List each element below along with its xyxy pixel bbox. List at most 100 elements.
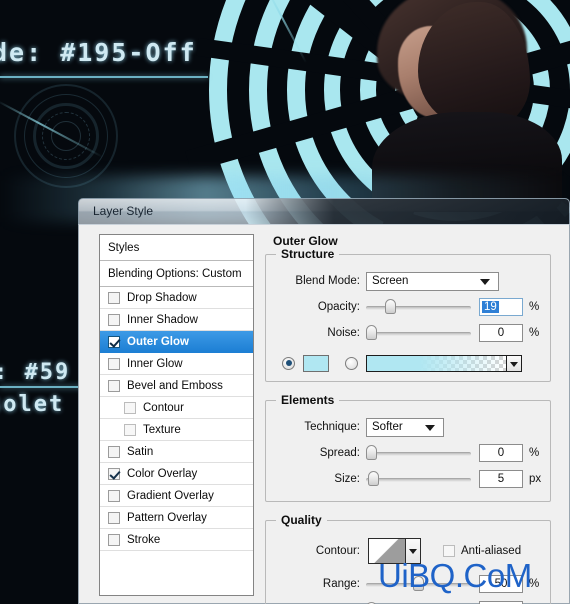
technique-select[interactable]: Softer <box>366 417 444 437</box>
style-list-item[interactable]: Satin <box>100 441 253 463</box>
style-enable-checkbox[interactable] <box>108 445 120 458</box>
style-list-item[interactable]: Stroke <box>100 529 253 551</box>
anti-aliased-label: Anti-aliased <box>461 545 522 557</box>
site-watermark: UiBQ.CoM <box>378 557 532 594</box>
style-list-item[interactable]: Contour <box>100 397 253 419</box>
structure-group: Structure Blend Mode: Screen Opacity: 19… <box>265 247 551 382</box>
size-unit: px <box>529 473 542 485</box>
elements-group: Elements Technique: Softer Spread: 0 % S… <box>265 393 551 502</box>
style-list-item-label: Color Overlay <box>127 467 198 480</box>
anti-aliased-checkbox[interactable] <box>443 545 455 557</box>
style-list-item-label: Pattern Overlay <box>127 511 207 524</box>
slider-thumb[interactable] <box>366 325 377 340</box>
style-enable-checkbox[interactable] <box>108 379 120 392</box>
slider-thumb[interactable] <box>366 445 377 460</box>
slider-thumb[interactable] <box>368 471 380 486</box>
blend-mode-row: Blend Mode: Screen <box>272 270 544 292</box>
slider-track <box>366 452 471 456</box>
style-enable-checkbox[interactable] <box>108 533 120 546</box>
style-list-item-label: Stroke <box>127 533 161 546</box>
blend-mode-label: Blend Mode: <box>295 275 360 287</box>
style-enable-checkbox[interactable] <box>108 313 120 326</box>
style-list-item[interactable]: Outer Glow <box>100 331 253 353</box>
style-list-item-label: Blending Options: Custom <box>108 267 242 280</box>
spread-slider[interactable] <box>366 444 471 462</box>
range-label: Range: <box>322 578 360 590</box>
noise-slider[interactable] <box>366 324 471 342</box>
style-list-item-label: Outer Glow <box>127 335 189 348</box>
gradient-radio[interactable] <box>345 356 358 370</box>
dialog-body: Styles Blending Options: Custom Drop Shado… <box>78 224 570 604</box>
quality-legend: Quality <box>276 513 327 527</box>
opacity-value: 19 <box>482 301 499 313</box>
size-value: 5 <box>497 473 505 485</box>
effect-settings-pane: Outer Glow Structure Blend Mode: Screen … <box>265 234 551 604</box>
opacity-row: Opacity: 19 % <box>272 296 544 318</box>
spread-value: 0 <box>497 447 505 459</box>
lcd-text-mid: : #59 <box>0 360 71 385</box>
style-enable-checkbox[interactable] <box>108 335 120 348</box>
style-enable-checkbox[interactable] <box>108 511 120 524</box>
size-row: Size: 5 px <box>272 468 544 490</box>
size-slider[interactable] <box>366 470 471 488</box>
style-enable-checkbox[interactable] <box>108 291 120 304</box>
noise-input[interactable]: 0 <box>479 324 523 342</box>
glow-source-row <box>272 353 544 373</box>
style-enable-checkbox[interactable] <box>108 467 120 480</box>
lcd-divider-line <box>0 76 208 78</box>
solid-color-radio[interactable] <box>282 356 295 370</box>
spread-unit: % <box>529 447 540 459</box>
blend-mode-select[interactable]: Screen <box>366 271 499 291</box>
glow-gradient-preview[interactable] <box>366 354 507 372</box>
style-list-item[interactable]: Color Overlay <box>100 463 253 485</box>
contour-label: Contour: <box>315 545 360 557</box>
dialog-title: Layer Style <box>93 204 154 218</box>
opacity-label: Opacity: <box>317 301 360 313</box>
styles-list[interactable]: Styles Blending Options: Custom Drop Shado… <box>99 234 254 596</box>
lcd-text-top: de: #195-Off <box>0 38 197 67</box>
chevron-down-icon <box>425 425 435 431</box>
technique-value: Softer <box>372 421 403 433</box>
style-list-item[interactable]: Pattern Overlay <box>100 507 253 529</box>
slider-track <box>366 478 471 482</box>
style-list-item-label: Styles <box>108 241 140 254</box>
style-list-item[interactable]: Gradient Overlay <box>100 485 253 507</box>
style-list-item-label: Contour <box>143 401 184 414</box>
style-enable-checkbox[interactable] <box>124 423 136 436</box>
technique-row: Technique: Softer <box>272 416 544 438</box>
style-list-item[interactable]: Bevel and Emboss <box>100 375 253 397</box>
slider-thumb[interactable] <box>384 299 396 314</box>
style-enable-checkbox[interactable] <box>108 489 120 502</box>
hair-front <box>418 2 530 130</box>
gradient-dropdown-icon[interactable] <box>507 354 522 372</box>
spread-row: Spread: 0 % <box>272 442 544 464</box>
style-list-item[interactable]: Styles <box>100 235 253 261</box>
blend-mode-value: Screen <box>372 275 409 287</box>
style-list-item-label: Satin <box>127 445 154 458</box>
style-list-item-label: Texture <box>143 423 181 436</box>
style-list-item[interactable]: Inner Shadow <box>100 309 253 331</box>
style-list-item[interactable]: Texture <box>100 419 253 441</box>
chevron-down-icon <box>480 279 490 285</box>
technique-label: Technique: <box>304 421 360 433</box>
opacity-slider[interactable] <box>366 298 471 316</box>
style-list-item[interactable]: Drop Shadow <box>100 287 253 309</box>
noise-row: Noise: 0 % <box>272 322 544 344</box>
lcd-text-bottom: solet <box>0 392 65 417</box>
style-enable-checkbox[interactable] <box>124 401 136 414</box>
structure-legend: Structure <box>276 247 340 261</box>
noise-unit: % <box>529 327 540 339</box>
opacity-input[interactable]: 19 <box>479 298 523 316</box>
anti-aliased-option[interactable]: Anti-aliased <box>443 545 521 557</box>
size-input[interactable]: 5 <box>479 470 523 488</box>
spread-label: Spread: <box>319 447 360 459</box>
spread-input[interactable]: 0 <box>479 444 523 462</box>
style-list-item[interactable]: Blending Options: Custom <box>100 261 253 287</box>
style-list-item-label: Bevel and Emboss <box>127 379 223 392</box>
style-list-item[interactable]: Inner Glow <box>100 353 253 375</box>
style-list-item-label: Inner Glow <box>127 357 183 370</box>
style-enable-checkbox[interactable] <box>108 357 120 370</box>
glow-color-swatch[interactable] <box>303 354 329 372</box>
dialog-title-bar[interactable]: Layer Style <box>78 198 570 224</box>
size-label: Size: <box>334 473 360 485</box>
